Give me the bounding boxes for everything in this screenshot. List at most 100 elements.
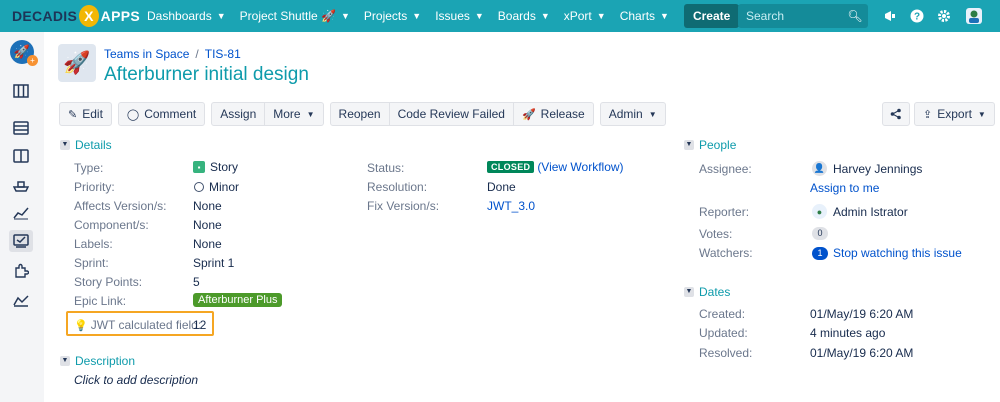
addons-icon[interactable] — [9, 260, 33, 282]
comment-button[interactable]: ◯ Comment — [117, 102, 206, 126]
reports-icon[interactable] — [9, 202, 33, 224]
story-icon: ▪ — [193, 161, 205, 173]
watchers-value: 1 Stop watching this issue — [812, 246, 962, 260]
view-workflow-link[interactable]: (View Workflow) — [537, 160, 623, 174]
affects-version-value[interactable]: None — [193, 199, 222, 213]
settings-icon[interactable] — [932, 0, 956, 32]
chevron-down-icon: ▼ — [306, 109, 315, 119]
comment-icon: ◯ — [126, 108, 140, 121]
nav-projects[interactable]: Projects ▼ — [357, 0, 428, 32]
watchers-label: Watchers: — [699, 246, 753, 260]
priority-value[interactable]: Minor — [194, 180, 239, 194]
nav-issues[interactable]: Issues ▼ — [428, 0, 491, 32]
fix-version-link[interactable]: JWT_3.0 — [487, 199, 535, 213]
details-heading[interactable]: ▼ Details — [60, 138, 112, 152]
breadcrumb-project-link[interactable]: Teams in Space — [104, 47, 189, 61]
user-avatar-icon[interactable] — [962, 0, 986, 32]
search-icon[interactable]: 🔍︎ — [844, 9, 866, 23]
description-heading-label: Description — [75, 354, 136, 368]
help-icon[interactable]: ? — [905, 0, 929, 32]
nav-label: Project Shuttle — [239, 9, 318, 23]
components-value[interactable]: None — [193, 218, 222, 232]
board-icon[interactable] — [9, 80, 33, 102]
epic-link-label: Epic Link: — [74, 294, 127, 308]
nav-dashboards[interactable]: Dashboards ▼ — [140, 0, 233, 32]
story-points-label: Story Points: — [74, 275, 143, 289]
affects-version-label: Affects Version/s: — [74, 199, 167, 213]
created-value: 01/May/19 6:20 AM — [810, 307, 914, 321]
reopen-button[interactable]: Reopen — [329, 102, 390, 126]
resolved-label: Resolved: — [699, 346, 753, 360]
epic-link-value[interactable]: Afterburner Plus — [193, 293, 283, 307]
dates-heading[interactable]: ▼ Dates — [684, 285, 730, 299]
nav-boards[interactable]: Boards ▼ — [491, 0, 557, 32]
chevron-down-icon: ▼ — [660, 11, 669, 21]
status-label: Status: — [367, 161, 405, 175]
logo-text-left: DECADIS — [12, 8, 78, 24]
nav-label: Projects — [363, 9, 408, 23]
jwt-calculated-field-value: 12 — [193, 318, 207, 332]
dates-heading-label: Dates — [699, 285, 731, 299]
assign-to-me-link[interactable]: Assign to me — [810, 181, 879, 195]
type-value[interactable]: ▪ Story — [193, 160, 238, 174]
toolbar-right: ⇪ Export ▼ — [882, 102, 995, 126]
avatar-badge: + — [27, 55, 38, 66]
labels-value[interactable]: None — [193, 237, 222, 251]
charts-icon[interactable] — [9, 289, 33, 311]
nav-project-shuttle[interactable]: Project Shuttle 🚀 ▼ — [233, 0, 357, 32]
votes-badge: 0 — [812, 227, 828, 240]
release-button[interactable]: 🚀 Release — [513, 102, 594, 126]
more-label: More — [273, 107, 301, 121]
chevron-down-icon: ▼ — [977, 109, 986, 119]
issues-icon[interactable] — [9, 230, 33, 252]
watchers-badge[interactable]: 1 — [812, 246, 828, 260]
more-button[interactable]: More ▼ — [265, 102, 324, 126]
share-button[interactable] — [882, 102, 910, 126]
export-button[interactable]: ⇪ Export ▼ — [914, 102, 995, 126]
reporter-value[interactable]: ● Admin Istrator — [812, 204, 908, 219]
people-heading[interactable]: ▼ People — [684, 138, 736, 152]
details-heading-label: Details — [75, 138, 112, 152]
toggle-down-icon: ▼ — [684, 287, 694, 297]
breadcrumb-issue-key[interactable]: TIS-81 — [205, 47, 241, 61]
assign-button[interactable]: Assign — [211, 102, 266, 126]
decadis-apps-logo[interactable]: DECADIS X APPS — [0, 0, 140, 32]
chevron-down-icon: ▼ — [540, 11, 550, 21]
create-button[interactable]: Create — [683, 4, 740, 28]
assignee-avatar: 👤 — [812, 161, 827, 176]
logo-x-mark: X — [79, 5, 99, 27]
export-icon: ⇪ — [923, 108, 933, 121]
resolution-value: Done — [487, 180, 516, 194]
chevron-down-icon: ▼ — [340, 11, 350, 21]
nav-label: Boards — [497, 9, 536, 23]
toggle-down-icon: ▼ — [60, 140, 70, 150]
logo-text-right: APPS — [100, 8, 140, 24]
project-avatar[interactable]: 🚀 — [58, 44, 96, 82]
chevron-down-icon: ▼ — [412, 11, 422, 21]
columns-icon[interactable] — [9, 145, 33, 167]
votes-value[interactable]: 0 — [812, 227, 828, 240]
admin-button[interactable]: Admin ▼ — [599, 102, 666, 126]
components-label: Component/s: — [74, 218, 149, 232]
sidebar-project-avatar[interactable]: 🚀 + — [10, 40, 38, 66]
story-points-value[interactable]: 5 — [193, 275, 200, 289]
backlog-icon[interactable] — [9, 117, 33, 139]
chevron-down-icon: ▼ — [596, 11, 606, 21]
project-sidebar: 🚀 + — [0, 32, 44, 402]
description-heading[interactable]: ▼ Description — [60, 354, 135, 368]
megaphone-icon[interactable] — [878, 0, 902, 32]
code-review-failed-button[interactable]: Code Review Failed — [389, 102, 514, 126]
sprint-value[interactable]: Sprint 1 — [193, 256, 234, 270]
nav-charts[interactable]: Charts ▼ — [613, 0, 676, 32]
assignee-value[interactable]: 👤 Harvey Jennings — [812, 161, 922, 176]
ship-icon[interactable] — [9, 174, 33, 196]
status-value: CLOSED (View Workflow) — [487, 160, 624, 174]
issue-title[interactable]: Afterburner initial design — [104, 64, 309, 86]
search-input[interactable] — [738, 9, 844, 23]
updated-value: 4 minutes ago — [810, 326, 886, 340]
fix-version-value[interactable]: JWT_3.0 — [487, 199, 535, 213]
add-description-placeholder[interactable]: Click to add description — [74, 373, 198, 387]
nav-xport[interactable]: xPort ▼ — [557, 0, 613, 32]
stop-watching-link[interactable]: Stop watching this issue — [833, 246, 962, 260]
edit-button[interactable]: ✎ Edit — [59, 102, 112, 126]
